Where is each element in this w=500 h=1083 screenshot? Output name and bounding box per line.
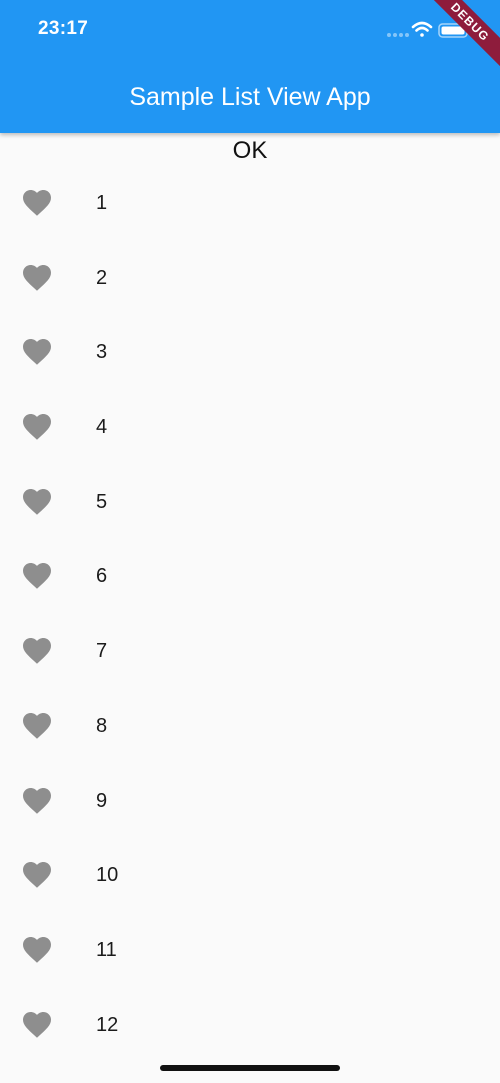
list-item[interactable]: 1 <box>0 166 500 241</box>
heart-icon <box>23 488 51 515</box>
debug-ribbon-label: DEBUG <box>420 0 500 72</box>
heart-icon <box>23 414 51 440</box>
screen: 23:17 Sample List View App DEBUG OK 1 2 … <box>0 0 500 1083</box>
list-item[interactable]: 9 <box>0 764 500 839</box>
list-item[interactable]: 3 <box>0 315 500 390</box>
heart-icon <box>23 936 51 963</box>
list-item-label: 8 <box>96 714 108 737</box>
heart-icon <box>23 339 51 366</box>
list-item-label: 4 <box>96 416 108 439</box>
heart-icon <box>23 787 51 814</box>
heart-icon <box>23 1011 51 1038</box>
heart-icon <box>23 638 51 664</box>
list-item-label: 6 <box>96 565 108 588</box>
heart-icon <box>23 712 51 739</box>
debug-banner: DEBUG <box>420 0 500 80</box>
app-title: Sample List View App <box>129 83 371 111</box>
home-indicator[interactable] <box>160 1065 340 1071</box>
list-item-label: 10 <box>96 864 119 887</box>
status-time: 23:17 <box>38 18 89 39</box>
list-item[interactable]: 10 <box>0 838 500 913</box>
signal-icon <box>387 33 409 37</box>
heart-icon <box>23 190 51 216</box>
list-item[interactable]: 11 <box>0 913 500 988</box>
list-item[interactable]: 8 <box>0 689 500 764</box>
list-item-label: 1 <box>96 192 108 214</box>
list-item-label: 3 <box>96 341 108 364</box>
list-item-label: 2 <box>96 266 108 289</box>
list-item[interactable]: 5 <box>0 465 500 540</box>
list-item[interactable]: 2 <box>0 241 500 316</box>
list-view[interactable]: 1 2 3 4 5 6 7 8 9 10 11 12 <box>0 166 500 1062</box>
header-text: OK <box>232 137 268 164</box>
list-item-label: 11 <box>96 938 117 961</box>
heart-icon <box>23 264 51 291</box>
list-item-label: 12 <box>96 1013 119 1036</box>
list-item[interactable]: 6 <box>0 539 500 614</box>
list-item[interactable]: 12 <box>0 988 500 1063</box>
list-item-label: 5 <box>96 490 108 513</box>
list-item-label: 7 <box>96 640 108 663</box>
list-item-label: 9 <box>96 789 108 812</box>
heart-icon <box>23 862 51 888</box>
list-item[interactable]: 7 <box>0 614 500 689</box>
heart-icon <box>23 563 51 590</box>
list-item[interactable]: 4 <box>0 390 500 465</box>
